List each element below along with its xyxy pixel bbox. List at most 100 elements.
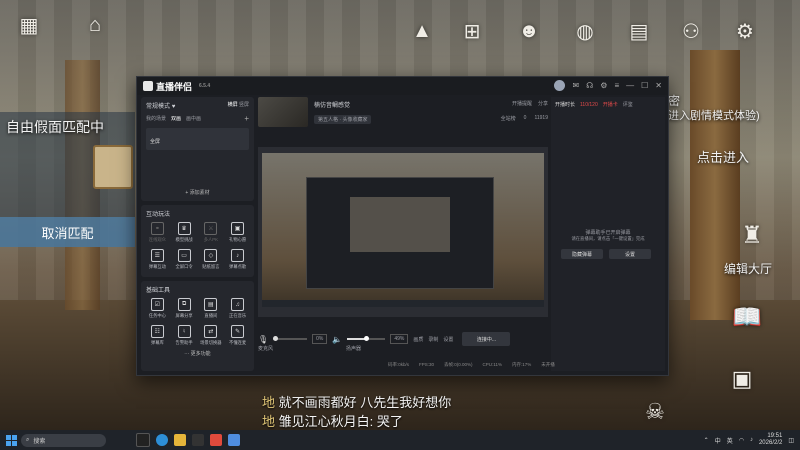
mode-selector[interactable]: 常规模式 ♥ <box>146 101 175 110</box>
right-header: 开播时长 110/120 开播卡 评鉴 <box>551 97 665 112</box>
stream-preview[interactable] <box>258 147 548 317</box>
mask-icon[interactable]: ☻ <box>512 14 546 48</box>
skull-icon[interactable]: ☠ <box>638 395 672 429</box>
windows-start-icon[interactable] <box>6 434 17 446</box>
share-button[interactable]: 分享 <box>538 100 548 107</box>
speaker-slider[interactable] <box>347 336 386 341</box>
tool-scene-switcher[interactable]: ⇄ 场景切换器 <box>198 325 225 346</box>
headset-icon[interactable]: ☊ <box>586 81 593 90</box>
tool-fullscreen-code[interactable]: ▭ 全屏口令 <box>171 249 198 270</box>
hall-icon[interactable]: ♜ <box>735 218 769 252</box>
viewers-count: 11919 <box>534 115 548 121</box>
notification-icon[interactable]: ◫ <box>788 437 794 444</box>
edge-icon[interactable] <box>156 434 168 446</box>
book-icon[interactable]: ▤ <box>622 14 656 48</box>
tool-task-center[interactable]: ☑ 任务中心 <box>144 298 171 319</box>
remind-button[interactable]: 开播提醒 <box>512 100 532 107</box>
mic-slider[interactable] <box>273 336 308 341</box>
task-icon: ☑ <box>150 298 164 311</box>
assistant-settings-button[interactable]: 设置 <box>609 249 651 259</box>
tool-mic-link[interactable]: ✎ 不懂连麦 <box>224 325 251 346</box>
room-title[interactable]: 楠仿音鲷感觉 <box>314 100 350 109</box>
mode-landscape[interactable]: 横屏 <box>228 102 238 108</box>
tray-chevron-icon[interactable]: ⌃ <box>704 437 709 444</box>
friends-icon[interactable]: ⚇ <box>674 14 708 48</box>
cancel-match-button[interactable]: 取消匹配 <box>0 217 135 247</box>
interactive-card: 互动玩法 ⚭ 连线观众 ♛ 模型挑战 ⚔ 多人PK ▣ 礼物心愿 ☰ 弹幕互动 ▭ 全屏口令… <box>141 205 254 277</box>
gift-icon[interactable]: ✉ <box>572 81 579 90</box>
app-logo-icon <box>143 81 153 91</box>
settings-icon[interactable]: ⚙ <box>600 81 607 90</box>
minimize-icon[interactable]: — <box>626 81 634 90</box>
hide-danmaku-button[interactable]: 隐藏弹幕 <box>561 249 603 259</box>
card-icon[interactable]: ▣ <box>725 362 759 396</box>
edit-lobby-label[interactable]: 编辑大厅 <box>724 260 772 277</box>
title-bar: 直播伴侣 6.5.4 ✉ ☊ ⚙ ≡ — ☐ ✕ <box>137 77 668 95</box>
grid-icon[interactable]: ⊞ <box>455 14 489 48</box>
click-enter-label[interactable]: 点击进入 <box>697 147 749 166</box>
live-card-button[interactable]: 开播卡 <box>603 101 618 108</box>
shrine-icon[interactable]: ⌂ <box>78 8 112 42</box>
record-button[interactable]: 录制 <box>428 336 438 343</box>
tool-alert-helper[interactable]: ♮ 告警助手 <box>171 325 198 346</box>
gear-icon[interactable]: ⚙ <box>728 14 762 48</box>
tool-now-music[interactable]: ♫ 正在音乐 <box>224 298 251 319</box>
tool-song-request[interactable]: ♪ 弹幕点歌 <box>224 249 251 270</box>
triangle-icon[interactable]: ▲ <box>405 14 439 48</box>
mic-value[interactable]: 0% <box>312 334 328 344</box>
file-explorer-icon[interactable] <box>174 434 186 446</box>
maximize-icon[interactable]: ☐ <box>641 81 648 90</box>
add-scene-icon[interactable]: + <box>244 114 249 123</box>
search-box[interactable]: ⌕ 搜索 <box>21 433 106 447</box>
avatar[interactable] <box>554 80 566 91</box>
chat-line-1: 地 就不画雨都好 八先生我好想你 <box>262 392 451 411</box>
tray-ime-2[interactable]: 英 <box>727 436 733 445</box>
match-title: 自由假面匹配中 <box>6 119 104 135</box>
tab-my-scene[interactable]: 我的场景 <box>146 115 166 122</box>
source-item[interactable]: 全屏 <box>146 128 249 150</box>
room-category[interactable]: 第五人格 · 头像收藏家 <box>314 115 372 124</box>
settings-button[interactable]: 设置 <box>443 336 453 343</box>
tool-live-room[interactable]: ▤ 直播间 <box>198 298 225 319</box>
open-book-icon[interactable]: 📖 <box>730 300 764 334</box>
tab-dual[interactable]: 双画 <box>171 115 181 122</box>
tray-ime-1[interactable]: 中 <box>715 436 721 445</box>
wifi-icon[interactable]: ◠ <box>739 437 744 444</box>
review-button[interactable]: 评鉴 <box>623 101 633 108</box>
task-view-icon[interactable] <box>136 433 150 447</box>
tool-multi-pk[interactable]: ⚔ 多人PK <box>198 222 225 243</box>
rank-badge[interactable]: 全站榜 <box>501 115 516 122</box>
quality-button[interactable]: 画质 <box>413 336 423 343</box>
go-live-button[interactable]: 连接中... <box>462 332 511 346</box>
more-features-link[interactable]: ··· 更多功能 <box>141 350 254 357</box>
live-duration-label: 开播时长 <box>555 102 576 108</box>
close-icon[interactable]: ✕ <box>655 81 662 90</box>
tool-danmaku-interact[interactable]: ☰ 弹幕互动 <box>144 249 171 270</box>
terminal-icon[interactable] <box>192 434 204 446</box>
preview-taskbar <box>262 300 544 307</box>
tool-model-challenge[interactable]: ♛ 模型挑战 <box>171 222 198 243</box>
clock[interactable]: 19:51 2026/2/2 <box>759 433 782 446</box>
speaker-value[interactable]: 49% <box>390 334 409 344</box>
tool-sticker-message[interactable]: ◇ 贴纸留言 <box>198 249 225 270</box>
mic-icon[interactable]: 🎙 <box>258 335 268 344</box>
tool-gift-wish[interactable]: ▣ 礼物心愿 <box>224 222 251 243</box>
source-item-label: 全屏 <box>150 139 161 145</box>
tool-screen-share[interactable]: ⧉ 屏幕分享 <box>171 298 198 319</box>
mode-portrait[interactable]: 竖屏 <box>239 102 249 108</box>
tab-pip[interactable]: 画中画 <box>186 115 201 122</box>
menu-icon[interactable]: ≡ <box>614 81 619 90</box>
sticker-icon: ◇ <box>204 249 218 262</box>
map-icon[interactable]: ▦ <box>12 8 46 42</box>
room-thumbnail[interactable] <box>258 97 308 127</box>
stream-app-icon[interactable] <box>210 434 222 446</box>
add-source-button[interactable]: + 添加素材 <box>141 189 254 196</box>
tool-connect-audience[interactable]: ⚭ 连线观众 <box>144 222 171 243</box>
planet-icon[interactable]: ◍ <box>568 14 602 48</box>
tool-danmaku-library[interactable]: ☷ 弹幕库 <box>144 325 171 346</box>
scene-card: 常规模式 ♥ 横屏 竖屏 我的场景 双画 画中画 + 全屏 + 添加素材 <box>141 97 254 201</box>
speaker-icon[interactable]: 🔈 <box>332 335 342 344</box>
volume-icon[interactable]: ♪ <box>750 437 753 443</box>
app-icon[interactable] <box>228 434 240 446</box>
chat-text: 雏见江心秋月白: 哭了 <box>278 414 403 429</box>
